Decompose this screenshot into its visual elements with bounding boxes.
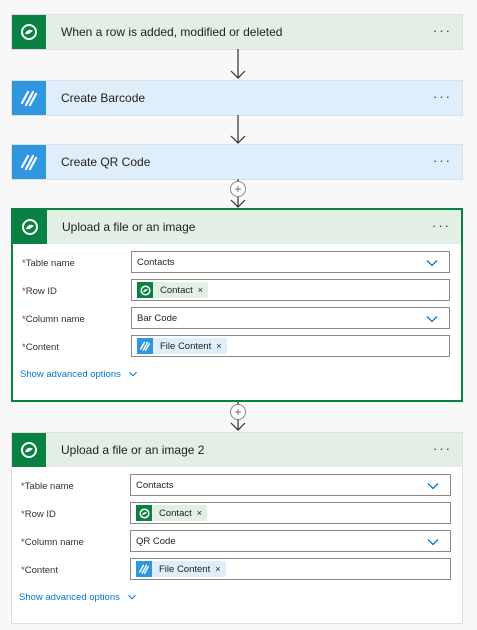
table-name-value: Contacts	[137, 256, 175, 268]
chevron-down-icon	[128, 372, 137, 377]
dataverse-icon	[136, 505, 152, 521]
add-step-button[interactable]: +	[230, 181, 246, 197]
dynamic-content-token[interactable]: Contact ×	[137, 282, 209, 298]
table-name-label: *Table name	[22, 258, 75, 269]
table-name-value: Contacts	[136, 479, 174, 491]
chevron-down-icon	[427, 483, 439, 490]
barcode-connector-icon	[136, 561, 152, 577]
chevron-down-icon	[427, 539, 439, 546]
barcode-connector-icon	[12, 81, 46, 115]
upload-file-2-title: Upload a file or an image 2	[61, 443, 205, 457]
row-id-label: *Row ID	[22, 286, 57, 297]
dynamic-content-token[interactable]: File Content ×	[137, 338, 227, 354]
column-name-row: *Column name Bar Code	[13, 307, 461, 335]
more-options-button[interactable]: ···	[433, 442, 452, 456]
chevron-down-icon	[127, 595, 136, 600]
more-options-button[interactable]: ···	[433, 24, 452, 38]
more-options-button[interactable]: ···	[433, 154, 452, 168]
dataverse-icon	[13, 210, 47, 244]
row-id-row: *Row ID Contact ×	[12, 502, 462, 530]
remove-token-button[interactable]: ×	[198, 285, 203, 295]
upload-file-2-header[interactable]: Upload a file or an image 2 ···	[12, 433, 462, 467]
upload-file-header[interactable]: Upload a file or an image ···	[13, 210, 461, 244]
table-name-row: *Table name Contacts	[12, 474, 462, 502]
remove-token-button[interactable]: ×	[215, 564, 220, 574]
upload-file-card[interactable]: Upload a file or an image ··· *Table nam…	[11, 208, 463, 402]
row-id-row: *Row ID Contact ×	[13, 279, 461, 307]
more-options-button[interactable]: ···	[433, 90, 452, 104]
token-label: Contact	[160, 284, 193, 296]
trigger-card[interactable]: When a row is added, modified or deleted…	[11, 14, 463, 50]
trigger-title: When a row is added, modified or deleted	[61, 25, 283, 39]
upload-file-2-card[interactable]: Upload a file or an image 2 ··· *Table n…	[11, 432, 463, 624]
connector-arrow	[230, 49, 246, 79]
token-label: File Content	[160, 340, 212, 352]
chevron-down-icon	[426, 260, 438, 267]
remove-token-button[interactable]: ×	[216, 341, 221, 351]
content-input[interactable]: File Content ×	[130, 558, 451, 580]
create-qr-code-title: Create QR Code	[61, 155, 151, 169]
table-name-dropdown[interactable]: Contacts	[130, 474, 451, 496]
token-label: File Content	[159, 563, 211, 575]
row-id-input[interactable]: Contact ×	[131, 279, 450, 301]
content-input[interactable]: File Content ×	[131, 335, 450, 357]
column-name-dropdown[interactable]: Bar Code	[131, 307, 450, 329]
dynamic-content-token[interactable]: File Content ×	[136, 561, 226, 577]
show-advanced-options-link[interactable]: Show advanced options	[19, 592, 137, 603]
add-step-button[interactable]: +	[230, 404, 246, 420]
remove-token-button[interactable]: ×	[197, 508, 202, 518]
create-barcode-card[interactable]: Create Barcode ···	[11, 80, 463, 116]
column-name-label: *Column name	[22, 314, 85, 325]
more-options-button[interactable]: ···	[432, 219, 451, 233]
column-name-value: QR Code	[136, 535, 176, 547]
barcode-connector-icon	[137, 338, 153, 354]
barcode-connector-icon	[12, 145, 46, 179]
create-barcode-title: Create Barcode	[61, 91, 146, 105]
content-row: *Content File Content ×	[13, 335, 461, 363]
dynamic-content-token[interactable]: Contact ×	[136, 505, 208, 521]
column-name-label: *Column name	[21, 537, 84, 548]
row-id-label: *Row ID	[21, 509, 56, 520]
create-qr-code-card[interactable]: Create QR Code ···	[11, 144, 463, 180]
dataverse-icon	[12, 433, 46, 467]
content-row: *Content File Content ×	[12, 558, 462, 586]
upload-file-title: Upload a file or an image	[62, 220, 196, 234]
create-qr-code-header[interactable]: Create QR Code ···	[12, 145, 462, 179]
show-advanced-options-link[interactable]: Show advanced options	[20, 369, 138, 380]
column-name-value: Bar Code	[137, 312, 178, 324]
connector-arrow	[230, 115, 246, 144]
token-label: Contact	[159, 507, 192, 519]
trigger-card-header[interactable]: When a row is added, modified or deleted…	[12, 15, 462, 49]
table-name-dropdown[interactable]: Contacts	[131, 251, 450, 273]
table-name-row: *Table name Contacts	[13, 251, 461, 279]
dataverse-icon	[12, 15, 46, 49]
table-name-label: *Table name	[21, 481, 74, 492]
create-barcode-header[interactable]: Create Barcode ···	[12, 81, 462, 115]
column-name-dropdown[interactable]: QR Code	[130, 530, 451, 552]
row-id-input[interactable]: Contact ×	[130, 502, 451, 524]
dataverse-icon	[137, 282, 153, 298]
column-name-row: *Column name QR Code	[12, 530, 462, 558]
content-label: *Content	[21, 565, 58, 576]
chevron-down-icon	[426, 316, 438, 323]
content-label: *Content	[22, 342, 59, 353]
